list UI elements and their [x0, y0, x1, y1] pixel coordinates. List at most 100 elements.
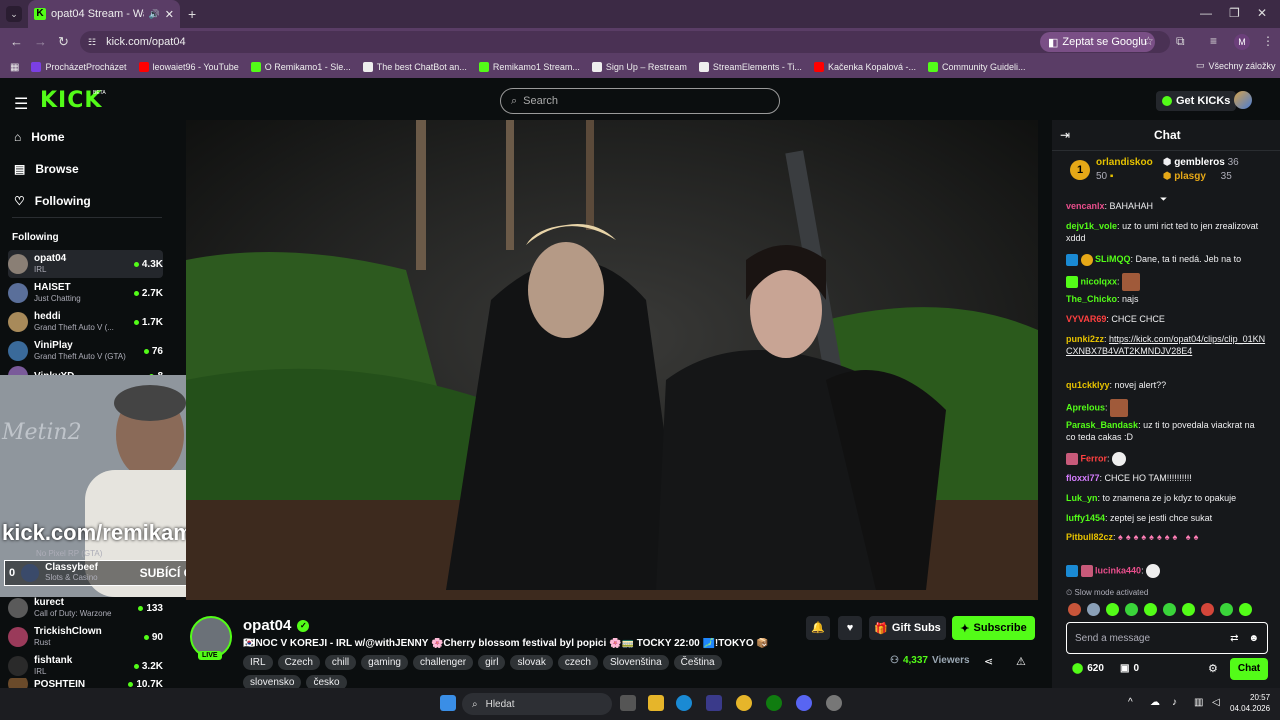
bookmark-item[interactable]: O Remikamo1 - Sle... [250, 62, 351, 72]
bookmark-star-icon[interactable]: ☆ [1143, 34, 1154, 48]
site-info-icon[interactable]: ☷ [88, 37, 96, 48]
browser-menu-icon[interactable]: ⋮ [1262, 34, 1274, 48]
sidebar-channel-opat04[interactable]: opat04 IRL 4.3K [8, 250, 163, 278]
tab-close-icon[interactable]: ✕ [165, 8, 174, 21]
store-icon[interactable] [706, 695, 722, 711]
emote-icon[interactable] [1106, 603, 1119, 616]
sidebar-channel-trickishclown[interactable]: TrickishClown Rust 90 [8, 623, 163, 651]
chat-username[interactable]: nicolqxx [1081, 276, 1118, 286]
volume-icon[interactable]: ◁ [1212, 697, 1220, 708]
apps-grid-icon[interactable]: ▦ [10, 62, 19, 73]
app-icon[interactable] [826, 695, 842, 711]
tag-chip[interactable]: czech [557, 655, 598, 670]
subscribe-button[interactable]: ✦ Subscribe [952, 616, 1035, 640]
chat-username[interactable]: Ferror [1081, 453, 1108, 463]
chat-username[interactable]: qu1ckklyy [1066, 380, 1110, 390]
window-close-icon[interactable]: ✕ [1257, 6, 1267, 20]
report-icon[interactable]: ⚠ [1016, 655, 1026, 668]
bookmark-item[interactable]: StreamElements - Ti... [698, 62, 802, 72]
emote-icon[interactable] [1125, 603, 1138, 616]
reload-icon[interactable]: ↻ [58, 34, 69, 50]
bookmark-item[interactable]: Kačenka Kopalová -... [813, 62, 916, 72]
emote-icon[interactable] [1068, 603, 1081, 616]
media-controls-icon[interactable]: ≡ [1210, 34, 1217, 48]
bookmark-item[interactable]: Remikamo1 Stream... [478, 62, 580, 72]
emote-icon[interactable] [1144, 603, 1157, 616]
all-bookmarks[interactable]: ▭ Všechny záložky [1196, 60, 1276, 71]
emote-icon[interactable] [1220, 603, 1233, 616]
gift-subs-button[interactable]: 🎁 Gift Subs [869, 616, 946, 640]
search-input[interactable]: ⌕ Search [500, 88, 780, 114]
chat-send-button[interactable]: Chat [1230, 658, 1268, 680]
tray-chevron-icon[interactable]: ^ [1128, 697, 1133, 708]
task-view-icon[interactable] [620, 695, 636, 711]
network-icon[interactable]: ▥ [1194, 697, 1203, 708]
chat-username[interactable]: vencanlx [1066, 201, 1105, 210]
emoji-picker-icon[interactable]: ☻ [1248, 633, 1259, 644]
chat-username[interactable]: Parask_Bandask [1066, 420, 1138, 430]
notification-bell-button[interactable]: 🔔 [806, 616, 830, 640]
box-balance[interactable]: ▣ 0 [1120, 663, 1139, 674]
emote-icon[interactable] [1182, 603, 1195, 616]
emote-icon[interactable] [1201, 603, 1214, 616]
sidebar-channel-heddi[interactable]: heddi Grand Theft Auto V (... 1.7K [8, 308, 163, 336]
taskbar-clock[interactable]: 20:57 04.04.2026 [1230, 692, 1270, 714]
sidebar-following[interactable]: ♡ Following [14, 194, 91, 208]
user-avatar[interactable] [1234, 91, 1252, 109]
bookmark-item[interactable]: leowaiet96 - YouTube [138, 62, 239, 72]
tag-chip[interactable]: girl [478, 655, 506, 670]
url-bar[interactable]: ☷ kick.com/opat04 [80, 31, 1170, 53]
chat-username[interactable]: Luk_yn [1066, 493, 1098, 503]
edge-icon[interactable] [676, 695, 692, 711]
tag-chip[interactable]: Slovenština [602, 655, 669, 670]
sidebar-browse[interactable]: ▤ Browse [14, 162, 79, 176]
chat-username[interactable]: SLiMQQ [1095, 254, 1131, 264]
emote-icon[interactable] [1163, 603, 1176, 616]
bookmark-item[interactable]: Sign Up – Restream [591, 62, 687, 72]
chat-username[interactable]: floxxi77 [1066, 473, 1100, 483]
video-player[interactable] [186, 120, 1038, 600]
xbox-icon[interactable] [766, 695, 782, 711]
chat-username[interactable]: luffy1454 [1066, 513, 1105, 523]
chat-username[interactable]: lucinka440 [1095, 565, 1141, 575]
streamer-name[interactable]: opat04 ✓ [243, 617, 310, 634]
collapse-chat-icon[interactable]: ⇥ [1060, 128, 1070, 142]
tag-chip[interactable]: Čeština [673, 655, 722, 670]
browser-tab-active[interactable]: K opat04 Stream - Watch Live 🔊 ✕ [28, 0, 180, 28]
sidebar-home[interactable]: ⌂ Home [14, 130, 65, 144]
sidebar-channel-haiset[interactable]: HAISET Just Chatting 2.7K [8, 279, 163, 307]
chat-username[interactable]: punki2zz [1066, 334, 1104, 344]
bookmark-item[interactable]: ProcházetProcházet [31, 62, 127, 72]
sidebar-channel-fishtank[interactable]: fishtank IRL 3.2K [8, 652, 163, 680]
tag-chip[interactable]: IRL [243, 655, 273, 670]
forward-icon[interactable]: → [34, 34, 47, 49]
chat-username[interactable]: VYVAR69 [1066, 314, 1106, 324]
ask-google-button[interactable]: ◧ Zeptat se Googlu [1040, 32, 1155, 52]
follow-heart-button[interactable]: ♥ [838, 616, 862, 640]
sidebar-channel-kurect[interactable]: kurect Call of Duty: Warzone 133 [8, 594, 163, 622]
chevron-down-icon[interactable]: ⌄ [760, 638, 768, 649]
tag-chip[interactable]: slovak [510, 655, 553, 670]
chat-username[interactable]: Aprelous [1066, 402, 1105, 412]
minimize-icon[interactable]: — [1200, 6, 1212, 20]
audio-icon[interactable]: 🔊 [149, 9, 160, 20]
tag-chip[interactable]: challenger [412, 655, 474, 670]
emote-icon[interactable] [1087, 603, 1100, 616]
new-tab-button[interactable]: + [188, 6, 196, 22]
discord-icon[interactable] [796, 695, 812, 711]
cloud-icon[interactable]: ☁ [1150, 697, 1160, 708]
chrome-icon[interactable] [736, 695, 752, 711]
taskbar-search[interactable]: ⌕ Hledat [462, 693, 612, 715]
restore-icon[interactable]: ❐ [1229, 6, 1240, 20]
microphone-icon[interactable]: ♪ [1172, 697, 1177, 708]
chat-username[interactable]: The_Chicko [1066, 294, 1117, 304]
get-kicks-button[interactable]: Get KICKs [1156, 91, 1237, 111]
profile-avatar[interactable]: M [1234, 34, 1250, 50]
back-icon[interactable]: ← [10, 34, 23, 49]
sidebar-channel-viniplay[interactable]: ViniPlay Grand Theft Auto V (GTA) 76 [8, 337, 163, 365]
chat-message-input[interactable]: Send a message ⇄ ☻ [1066, 622, 1268, 654]
chat-settings-gear-icon[interactable]: ⚙ [1208, 662, 1218, 675]
tag-chip[interactable]: chill [324, 655, 357, 670]
translate-icon[interactable]: ⇄ [1230, 633, 1238, 644]
bookmark-item[interactable]: Community Guideli... [928, 62, 1026, 72]
